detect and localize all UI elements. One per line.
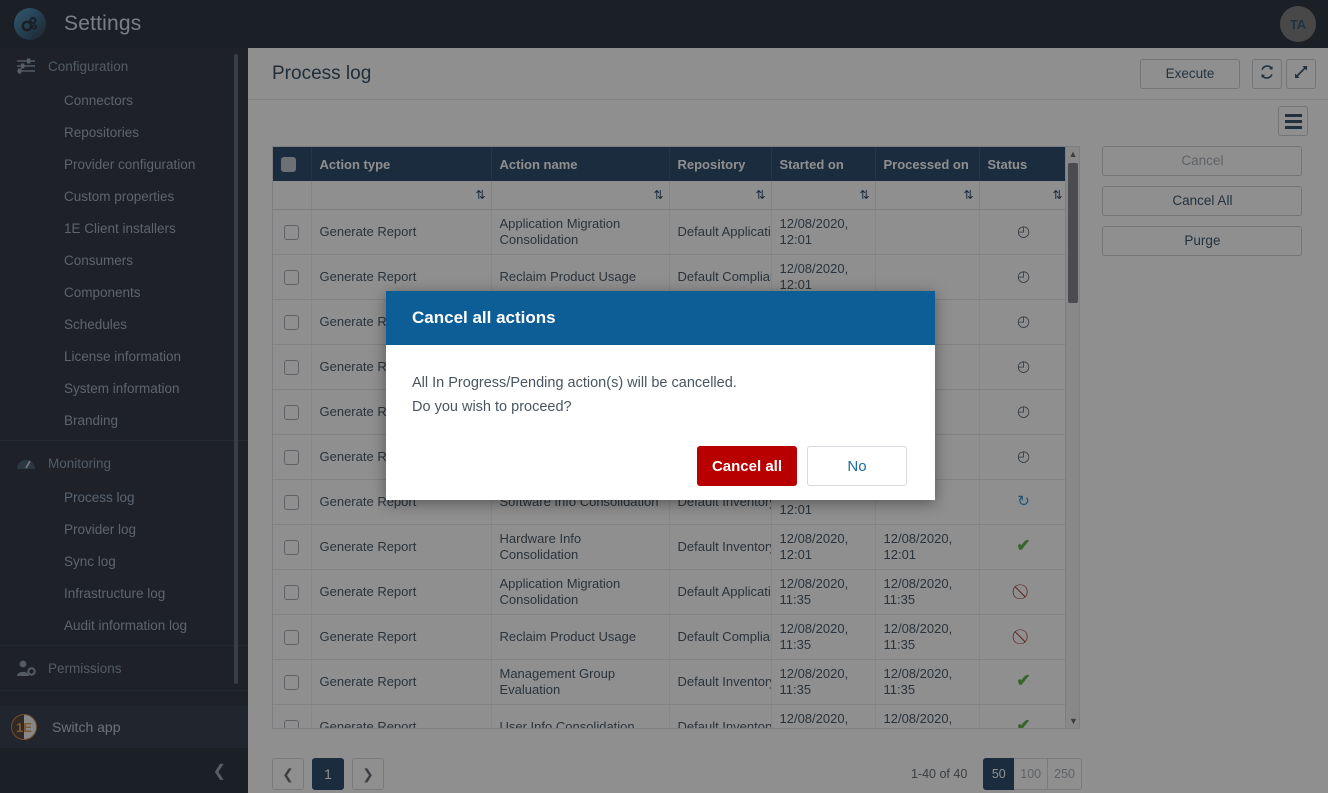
dialog-title: Cancel all actions: [386, 291, 935, 345]
dialog-footer: Cancel all No: [697, 446, 907, 486]
dialog-message-line-1: All In Progress/Pending action(s) will b…: [412, 375, 737, 391]
confirm-cancel-all-button[interactable]: Cancel all: [697, 446, 797, 486]
cancel-all-actions-dialog: Cancel all actions All In Progress/Pendi…: [386, 291, 935, 500]
decline-no-button[interactable]: No: [807, 446, 907, 486]
dialog-body: All In Progress/Pending action(s) will b…: [386, 345, 935, 419]
settings-app-window: Settings TA Configuration Connecto: [0, 0, 1328, 793]
dialog-message-line-2: Do you wish to proceed?: [412, 399, 572, 415]
